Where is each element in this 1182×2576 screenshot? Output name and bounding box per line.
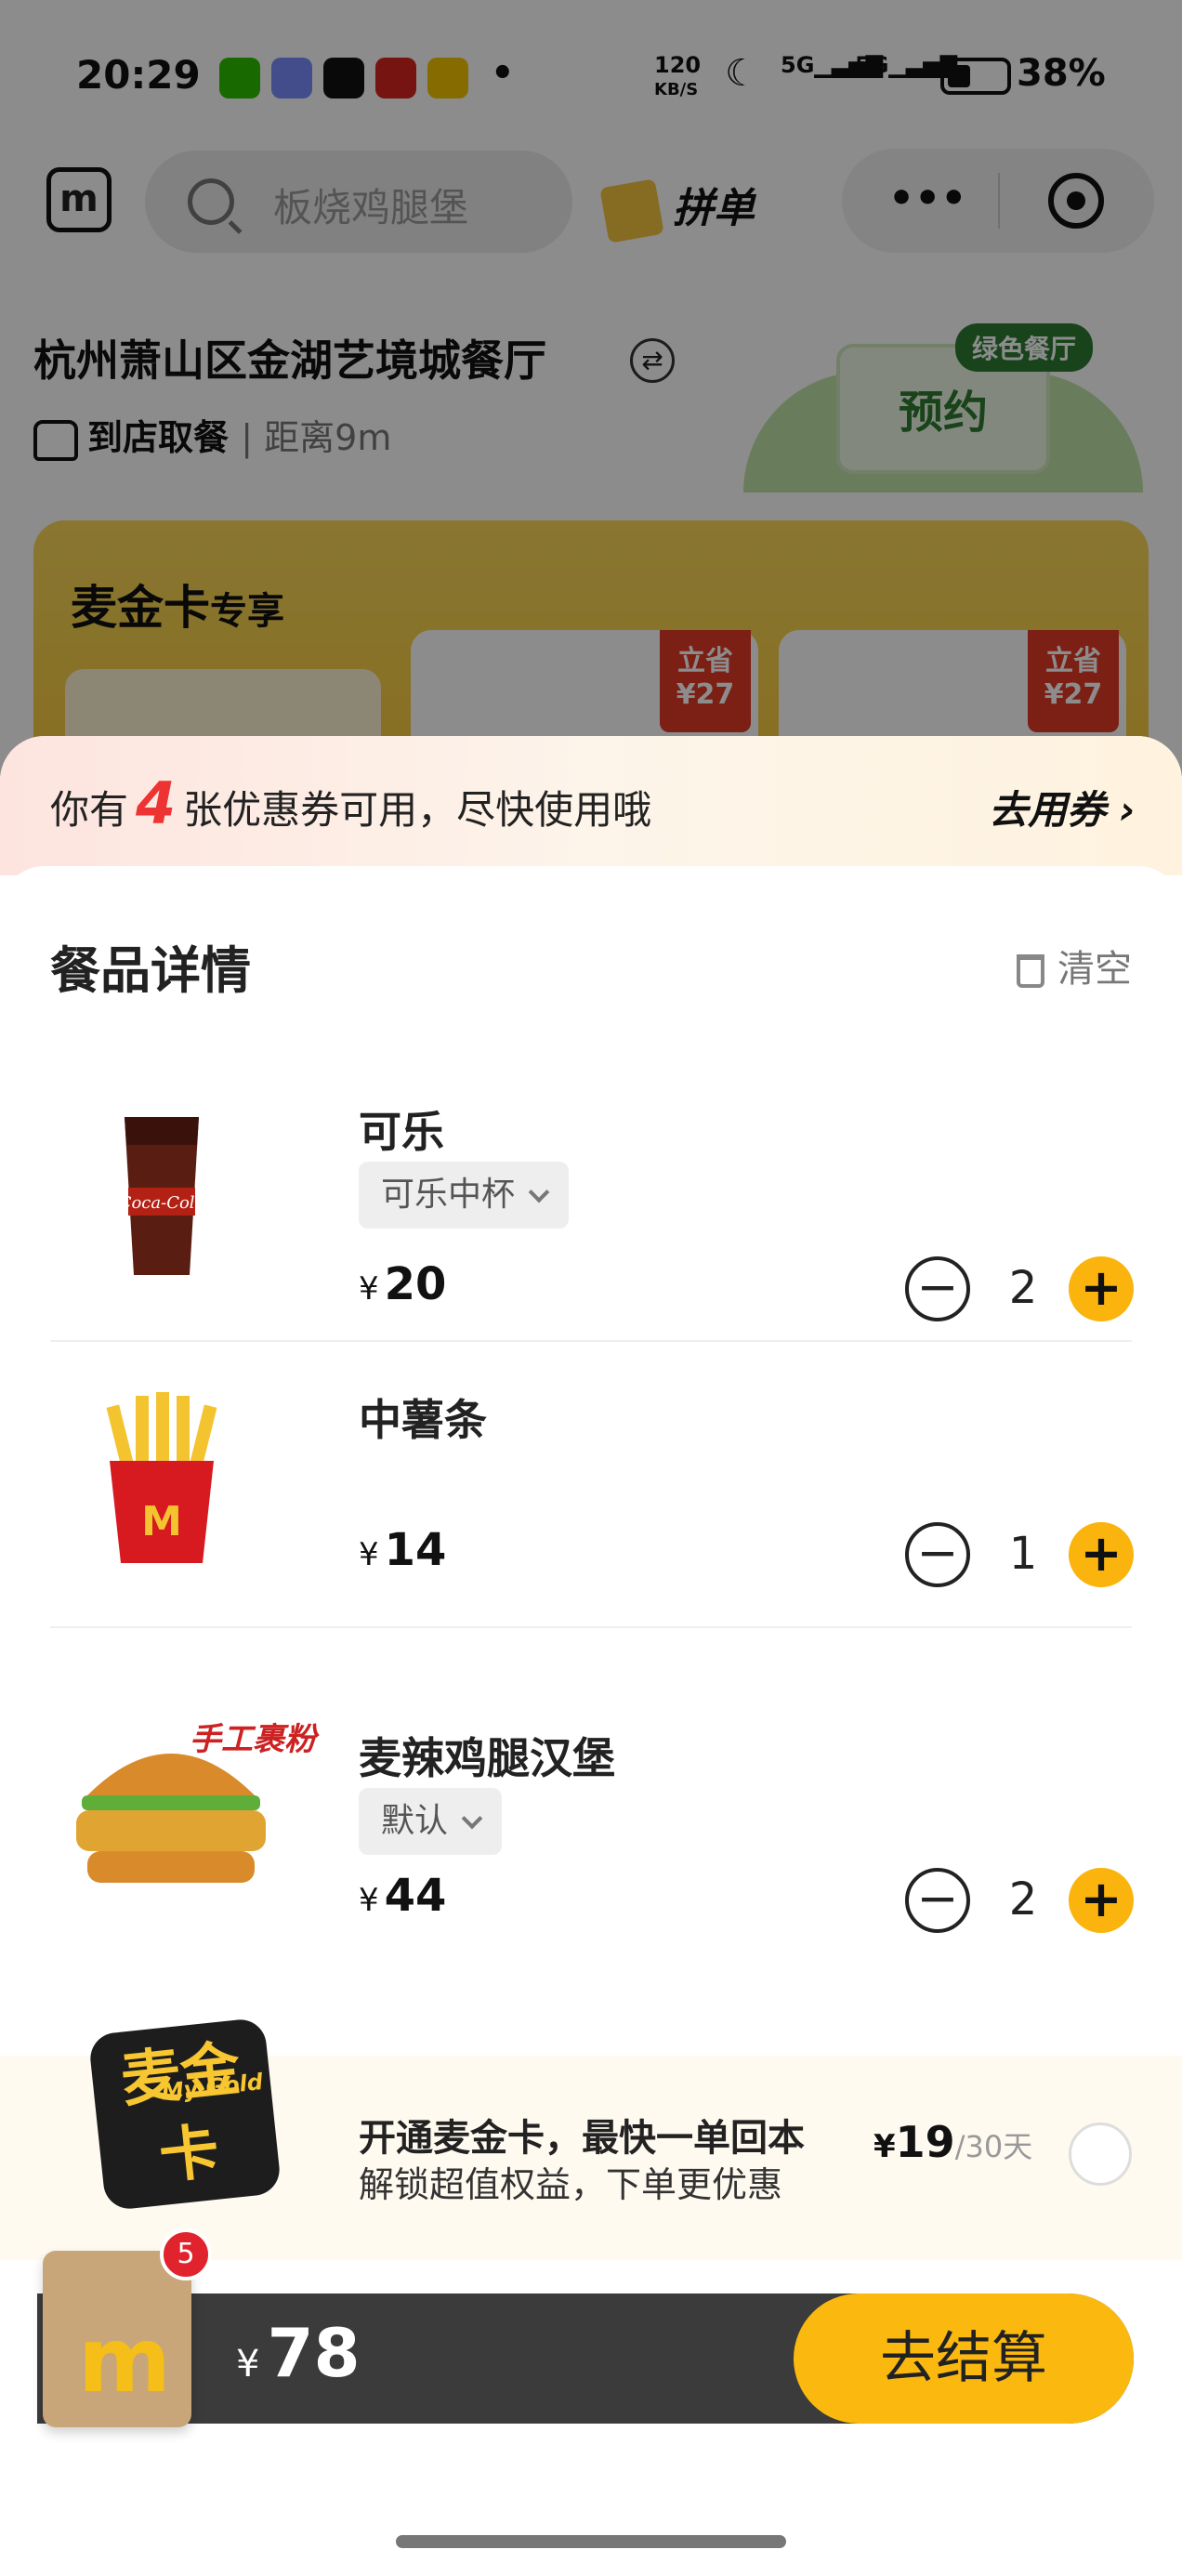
gold-card-radio[interactable] bbox=[1069, 2123, 1132, 2186]
chevron-down-icon bbox=[461, 1807, 483, 1830]
fries-image: M bbox=[106, 1392, 217, 1563]
item-name: 中薯条 bbox=[359, 1395, 487, 1445]
increase-qty-button[interactable]: + bbox=[1069, 1256, 1134, 1321]
promo-line-1: 开通麦金卡，最快一单回本 bbox=[359, 2117, 805, 2160]
cart-sheet: 你有 4 张优惠券可用，尽快使用哦 去用券 › 餐品详情 清空 Coca-Cola … bbox=[0, 736, 1182, 2576]
clear-cart-button[interactable]: 清空 bbox=[1017, 939, 1132, 992]
item-qty: 2 bbox=[1008, 1262, 1038, 1314]
item-spec-select[interactable]: 默认 bbox=[359, 1788, 503, 1855]
cart-bag-icon[interactable]: m 5 bbox=[43, 2228, 212, 2427]
cart-item-burger: 手工裹粉 麦辣鸡腿汉堡 默认 ¥44 − 2 + bbox=[50, 1721, 1134, 2009]
gold-card-badge: 麦金卡 My Gold bbox=[87, 2017, 282, 2212]
section-title: 餐品详情 bbox=[50, 941, 251, 1000]
svg-text:Coca-Cola: Coca-Cola bbox=[119, 1193, 205, 1213]
item-price: ¥44 bbox=[359, 1870, 447, 1922]
decrease-qty-button[interactable]: − bbox=[905, 1256, 970, 1321]
home-indicator[interactable] bbox=[396, 2535, 786, 2548]
promo-line-2: 解锁超值权益，下单更优惠 bbox=[359, 2164, 783, 2205]
item-name: 麦辣鸡腿汉堡 bbox=[359, 1733, 615, 1783]
increase-qty-button[interactable]: + bbox=[1069, 1868, 1134, 1933]
coupon-text: 你有 4 张优惠券可用，尽快使用哦 bbox=[50, 769, 652, 837]
use-coupon-link[interactable]: 去用券 › bbox=[989, 779, 1136, 835]
item-price: ¥14 bbox=[359, 1524, 447, 1576]
cart-item-fries: M 中薯条 ¥14 − 1 + bbox=[50, 1387, 1134, 1628]
chevron-down-icon bbox=[528, 1181, 550, 1203]
item-price: ¥20 bbox=[359, 1258, 447, 1310]
item-name: 可乐 bbox=[359, 1107, 444, 1157]
order-details-panel: 餐品详情 清空 Coca-Cola 可乐 可乐中杯 ¥20 − 2 + M 中薯… bbox=[0, 866, 1182, 2576]
promo-price: ¥19/30天 bbox=[873, 2117, 1033, 2167]
cola-image: Coca-Cola bbox=[119, 1117, 205, 1275]
cart-total: ¥78 bbox=[236, 2314, 361, 2392]
svg-text:M: M bbox=[141, 1498, 182, 1545]
trash-icon bbox=[1017, 954, 1044, 988]
cart-count-badge: 5 bbox=[160, 2228, 212, 2280]
coupon-banner[interactable]: 你有 4 张优惠券可用，尽快使用哦 去用券 › bbox=[0, 736, 1182, 875]
increase-qty-button[interactable]: + bbox=[1069, 1522, 1134, 1587]
decrease-qty-button[interactable]: − bbox=[905, 1522, 970, 1587]
item-qty: 2 bbox=[1008, 1873, 1038, 1925]
checkout-button[interactable]: 去结算 bbox=[794, 2293, 1134, 2424]
cart-item-cola: Coca-Cola 可乐 可乐中杯 ¥20 − 2 + bbox=[50, 1080, 1134, 1321]
decrease-qty-button[interactable]: − bbox=[905, 1868, 970, 1933]
handmade-badge: 手工裹粉 bbox=[190, 1721, 316, 1758]
item-spec-select[interactable]: 可乐中杯 bbox=[359, 1162, 570, 1229]
item-qty: 1 bbox=[1008, 1528, 1038, 1580]
